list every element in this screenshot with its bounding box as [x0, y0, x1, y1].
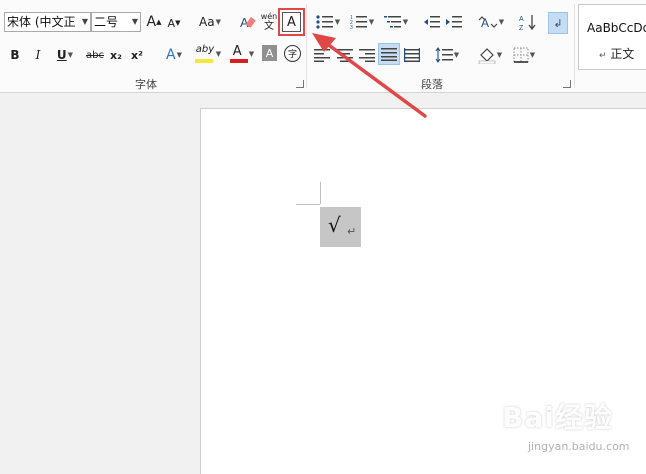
watermark-url: jingyan.baidu.com	[528, 440, 630, 453]
watermark-logo: Bai经验	[502, 401, 613, 434]
